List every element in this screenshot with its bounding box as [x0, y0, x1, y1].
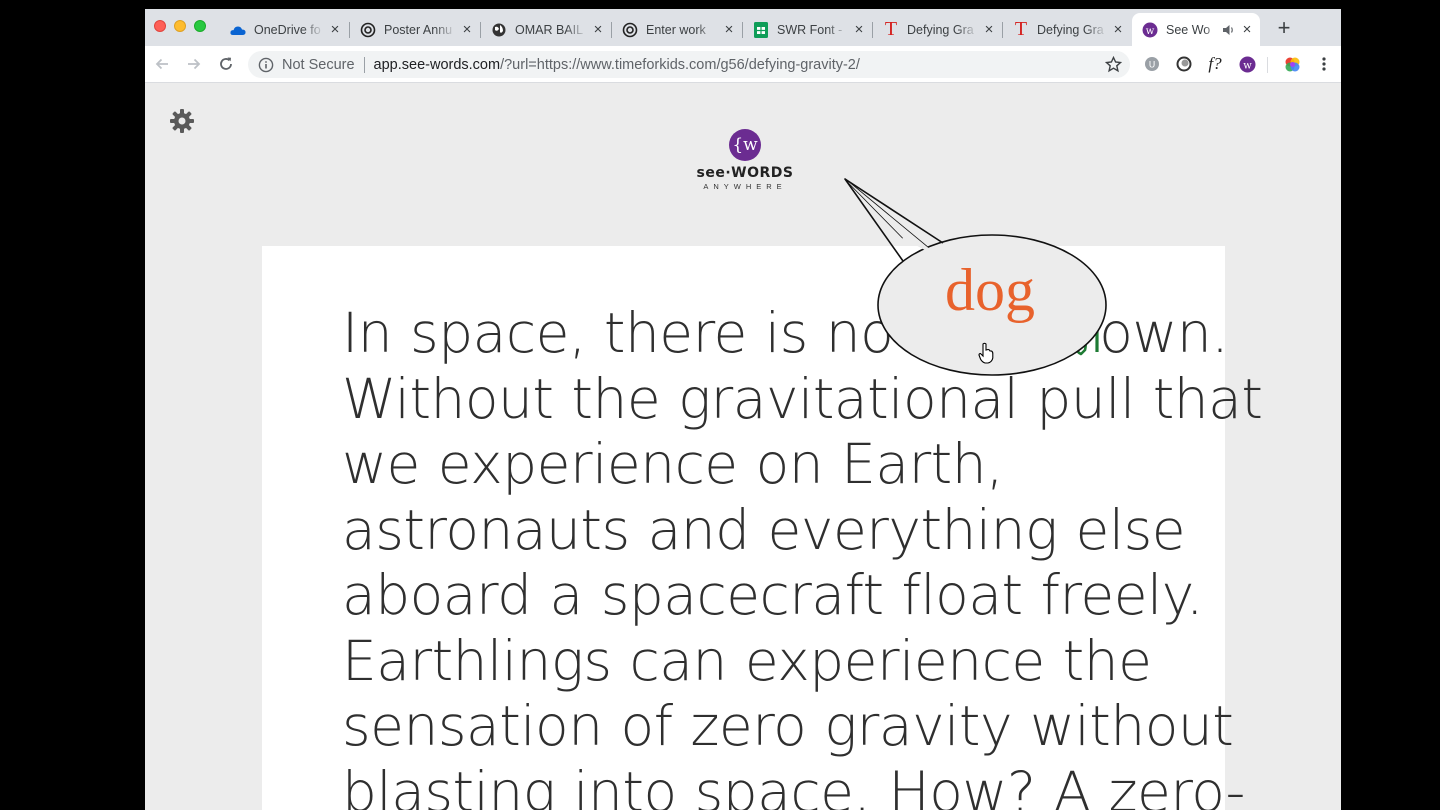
- text-line: Earthlings can experience the: [342, 628, 1152, 693]
- globe-icon: [491, 22, 507, 38]
- forward-arrow-icon: [188, 58, 201, 70]
- time-icon: T: [1014, 18, 1028, 40]
- text-line: aboard a spacecraft float freely.: [342, 563, 1204, 627]
- logo-tagline: ANYWHERE: [703, 182, 787, 191]
- tab-swr-font[interactable]: SWR Font - ×: [743, 13, 872, 46]
- back-button[interactable]: [152, 54, 172, 74]
- browser-window: OneDrive fo × Poster Annu × OMAR BAIL × …: [145, 9, 1341, 810]
- url-host: app.see-words.com: [373, 56, 501, 73]
- security-label: Not Secure: [282, 56, 355, 73]
- tab-defying-gravity-1[interactable]: T Defying Gra ×: [873, 13, 1002, 46]
- tab-onedrive[interactable]: OneDrive fo ×: [220, 13, 348, 46]
- text-line: blasting into space. How? A zero-: [342, 759, 1245, 810]
- app-icon: [622, 22, 638, 38]
- see-words-logo: {w see·WORDS ANYWHERE: [685, 129, 805, 199]
- close-window-button[interactable]: [154, 20, 166, 32]
- tab-strip: OneDrive fo × Poster Annu × OMAR BAIL × …: [145, 9, 1341, 46]
- tab-enter-work[interactable]: Enter work ×: [612, 13, 742, 46]
- tab-defying-gravity-2[interactable]: T Defying Gra ×: [1003, 13, 1131, 46]
- close-tab-icon[interactable]: ×: [722, 22, 736, 37]
- forward-button[interactable]: [184, 54, 204, 74]
- font-extension-icon[interactable]: f?: [1206, 54, 1224, 73]
- page-content: {w see·WORDS ANYWHERE In space, there is…: [145, 84, 1341, 810]
- logo-wordmark: see·WORDS: [696, 165, 794, 181]
- menu-icon[interactable]: [1315, 55, 1333, 73]
- browser-toolbar: Not Secure app.see-words.com/?url=https:…: [145, 46, 1341, 83]
- svg-text:w: w: [1146, 26, 1155, 37]
- close-tab-icon[interactable]: ×: [982, 22, 996, 37]
- svg-text:U: U: [1149, 61, 1156, 71]
- text-line: sensation of zero gravity without: [342, 694, 1234, 758]
- app-icon: [360, 22, 376, 38]
- text-line: astronauts and everything else: [342, 497, 1186, 562]
- circle-extension-icon[interactable]: [1175, 55, 1193, 73]
- minimize-window-button[interactable]: [174, 20, 186, 32]
- color-extension-icon[interactable]: [1283, 55, 1301, 73]
- logo-mark: {w: [729, 129, 761, 161]
- close-tab-icon[interactable]: ×: [1111, 22, 1125, 37]
- url-path: /?url=https://www.timeforkids.com/g56/de…: [500, 56, 860, 73]
- address-bar[interactable]: Not Secure app.see-words.com/?url=https:…: [248, 51, 1130, 78]
- extension-icon[interactable]: U: [1143, 55, 1161, 73]
- onedrive-icon: [230, 22, 246, 38]
- see-words-icon: w: [1142, 22, 1158, 38]
- back-arrow-icon: [155, 58, 168, 70]
- settings-gear-icon[interactable]: [169, 108, 195, 134]
- reload-button[interactable]: [216, 54, 236, 74]
- speaker-icon[interactable]: [1222, 23, 1236, 37]
- close-tab-icon[interactable]: ×: [1240, 22, 1254, 37]
- hand-cursor-icon: [978, 342, 994, 364]
- close-tab-icon[interactable]: ×: [852, 22, 866, 37]
- close-tab-icon[interactable]: ×: [460, 22, 474, 37]
- tab-poster[interactable]: Poster Annu ×: [350, 13, 480, 46]
- close-tab-icon[interactable]: ×: [591, 22, 605, 37]
- bookmark-star-icon[interactable]: [1104, 55, 1123, 73]
- time-icon: T: [884, 18, 898, 40]
- close-tab-icon[interactable]: ×: [328, 22, 342, 37]
- reload-icon: [220, 57, 232, 70]
- see-words-extension-icon[interactable]: w: [1238, 55, 1256, 73]
- tab-see-words[interactable]: w See Wo ×: [1132, 13, 1260, 46]
- svg-text:w: w: [1243, 60, 1252, 71]
- bubble-word: dog: [945, 257, 1035, 323]
- new-tab-button[interactable]: +: [1274, 17, 1294, 39]
- tab-omar[interactable]: OMAR BAIL ×: [481, 13, 611, 46]
- text-line: we experience on Earth,: [342, 432, 1004, 496]
- maximize-window-button[interactable]: [194, 20, 206, 32]
- info-icon[interactable]: [258, 57, 274, 73]
- sheets-icon: [753, 21, 769, 38]
